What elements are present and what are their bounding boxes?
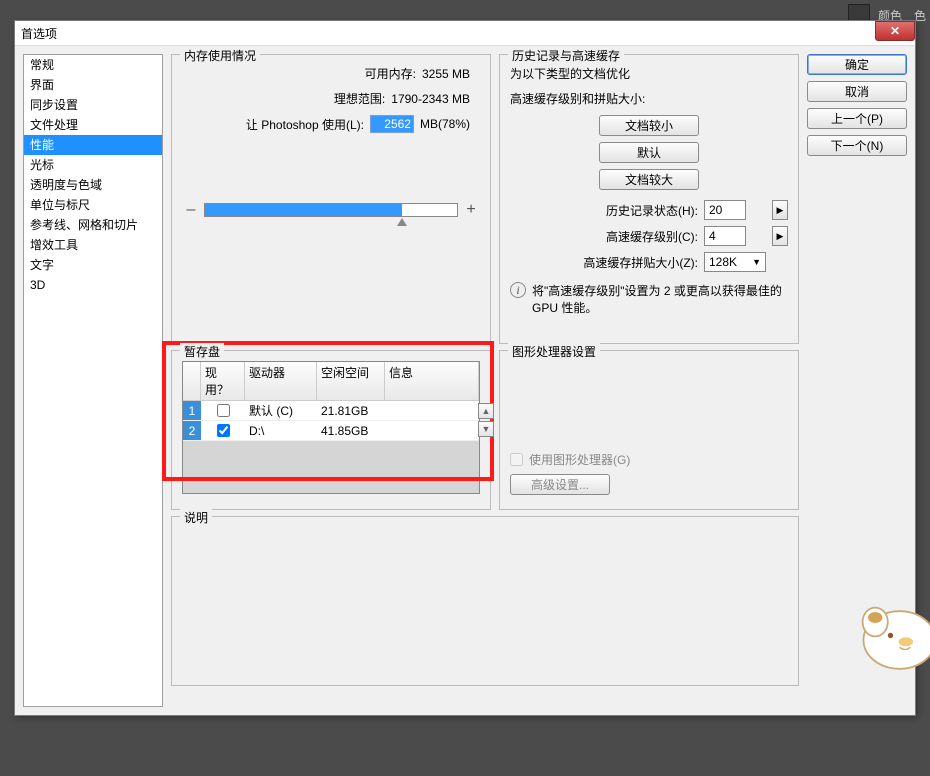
optimize-text1: 为以下类型的文档优化 <box>510 65 788 82</box>
sidebar-item-10[interactable]: 文字 <box>24 255 162 275</box>
gpu-advanced-button[interactable]: 高级设置... <box>510 474 610 495</box>
sidebar-item-5[interactable]: 光标 <box>24 155 162 175</box>
cache-levels-input[interactable] <box>704 226 746 246</box>
slider-fill <box>205 204 402 216</box>
available-ram-label: 可用内存: <box>365 65 416 82</box>
cache-tile-value: 128K <box>709 255 737 269</box>
row-active-cell <box>201 404 245 417</box>
use-gpu-checkbox[interactable] <box>510 453 523 466</box>
sidebar-item-8[interactable]: 参考线、网格和切片 <box>24 215 162 235</box>
let-ps-use-label: 让 Photoshop 使用(L): <box>246 116 364 133</box>
scratch-disks-fieldset: 暂存盘 现用？ 驱动器 空闲空间 信息 1默认 (C)21.81GB2D:\41… <box>171 350 491 510</box>
sidebar-item-2[interactable]: 同步设置 <box>24 95 162 115</box>
gpu-fieldset: 图形处理器设置 使用图形处理器(G) 高级设置... <box>499 350 799 510</box>
ideal-range-value: 1790-2343 MB <box>391 92 470 106</box>
row-checkbox[interactable] <box>217 424 230 437</box>
memory-input[interactable] <box>370 115 414 133</box>
sidebar-item-3[interactable]: 文件处理 <box>24 115 162 135</box>
slider-minus-icon[interactable]: – <box>184 201 198 219</box>
titlebar[interactable]: 首选项 ✕ <box>15 21 915 46</box>
scratch-legend: 暂存盘 <box>180 343 224 360</box>
sidebar-item-11[interactable]: 3D <box>24 275 162 295</box>
gpu-legend: 图形处理器设置 <box>508 343 600 360</box>
memory-legend: 内存使用情况 <box>180 47 260 64</box>
history-states-input[interactable] <box>704 200 746 220</box>
move-down-button[interactable]: ▼ <box>478 421 494 437</box>
doc-default-button[interactable]: 默认 <box>599 142 699 163</box>
ideal-range-label: 理想范围: <box>334 90 385 107</box>
cancel-button[interactable]: 取消 <box>807 81 907 102</box>
th-active[interactable]: 现用？ <box>201 362 245 400</box>
description-legend: 说明 <box>180 509 212 526</box>
table-empty-area <box>183 441 479 493</box>
use-gpu-label: 使用图形处理器(G) <box>529 451 630 468</box>
mascot-decoration <box>850 586 930 676</box>
sidebar-item-9[interactable]: 增效工具 <box>24 235 162 255</box>
row-number: 1 <box>183 401 201 420</box>
sidebar-item-4[interactable]: 性能 <box>24 135 162 155</box>
scratch-table: 现用？ 驱动器 空闲空间 信息 1 默认 (C)21.81GB 2 D:\41.85G… <box>182 361 480 494</box>
sidebar-item-1[interactable]: 界面 <box>24 75 162 95</box>
optimize-text2: 高速缓存级别和拼贴大小: <box>510 90 788 107</box>
row-space: 21.81GB <box>317 404 385 418</box>
description-fieldset: 说明 <box>171 516 799 686</box>
th-info[interactable]: 信息 <box>385 362 479 400</box>
table-row[interactable]: 1 默认 (C)21.81GB <box>183 401 479 421</box>
row-number: 2 <box>183 421 201 440</box>
prev-button[interactable]: 上一个(P) <box>807 108 907 129</box>
preferences-dialog: 首选项 ✕ 常规界面同步设置文件处理性能光标透明度与色域单位与标尺参考线、网格和… <box>14 20 916 716</box>
th-drive[interactable]: 驱动器 <box>245 362 317 400</box>
close-icon: ✕ <box>890 24 900 38</box>
history-cache-fieldset: 历史记录与高速缓存 为以下类型的文档优化 高速缓存级别和拼贴大小: 文档较小 默… <box>499 54 799 344</box>
sidebar-item-6[interactable]: 透明度与色域 <box>24 175 162 195</box>
ok-button[interactable]: 确定 <box>807 54 907 75</box>
table-row[interactable]: 2 D:\41.85GB <box>183 421 479 441</box>
cache-tile-combo[interactable]: 128K ▼ <box>704 252 766 272</box>
memory-unit: MB(78%) <box>420 117 470 131</box>
sidebar-item-7[interactable]: 单位与标尺 <box>24 195 162 215</box>
th-free[interactable]: 空闲空间 <box>317 362 385 400</box>
cache-info-text: 将"高速缓存级别"设置为 2 或更高以获得最佳的 GPU 性能。 <box>532 282 788 316</box>
memory-fieldset: 内存使用情况 可用内存: 3255 MB 理想范围: 1790-2343 MB … <box>171 54 491 344</box>
slider-plus-icon[interactable]: + <box>464 201 478 219</box>
history-legend: 历史记录与高速缓存 <box>508 47 624 64</box>
cache-levels-spinner[interactable]: ▶ <box>772 226 788 246</box>
row-drive: 默认 (C) <box>245 402 317 419</box>
category-sidebar: 常规界面同步设置文件处理性能光标透明度与色域单位与标尺参考线、网格和切片增效工具… <box>23 54 163 707</box>
move-up-button[interactable]: ▲ <box>478 403 494 419</box>
history-states-spinner[interactable]: ▶ <box>772 200 788 220</box>
next-button[interactable]: 下一个(N) <box>807 135 907 156</box>
slider-thumb-icon[interactable] <box>397 218 407 226</box>
doc-large-button[interactable]: 文档较大 <box>599 169 699 190</box>
dialog-title: 首选项 <box>21 25 909 42</box>
cache-tile-label: 高速缓存拼贴大小(Z): <box>510 254 698 271</box>
history-states-label: 历史记录状态(H): <box>510 202 698 219</box>
table-header: 现用？ 驱动器 空闲空间 信息 <box>183 362 479 401</box>
row-drive: D:\ <box>245 424 317 438</box>
cache-levels-label: 高速缓存级别(C): <box>510 228 698 245</box>
chevron-down-icon: ▼ <box>752 257 761 267</box>
row-space: 41.85GB <box>317 424 385 438</box>
available-ram-value: 3255 MB <box>422 67 470 81</box>
sidebar-item-0[interactable]: 常规 <box>24 55 162 75</box>
row-active-cell <box>201 424 245 437</box>
th-num[interactable] <box>183 362 201 400</box>
doc-small-button[interactable]: 文档较小 <box>599 115 699 136</box>
info-icon: i <box>510 282 526 298</box>
row-checkbox[interactable] <box>217 404 230 417</box>
memory-slider[interactable] <box>204 203 458 217</box>
close-button[interactable]: ✕ <box>875 21 915 41</box>
